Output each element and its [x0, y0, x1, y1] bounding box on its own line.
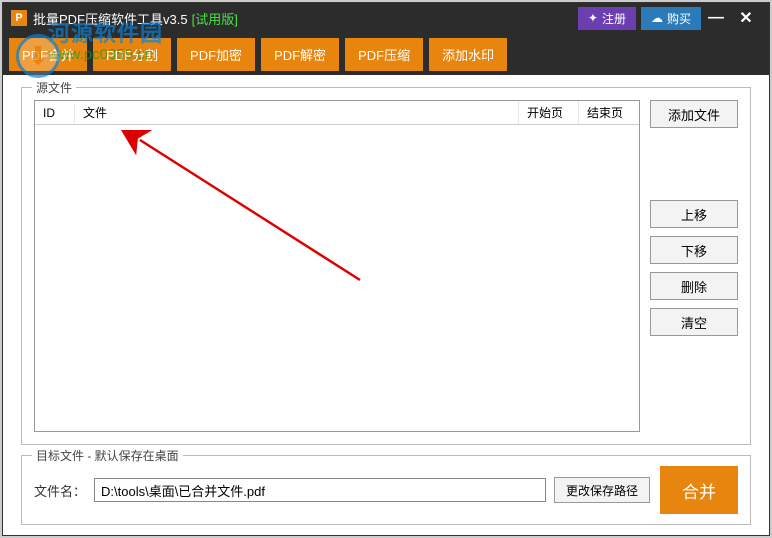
minimize-button[interactable]: — — [701, 9, 731, 27]
tab-merge[interactable]: PDF合并 — [9, 38, 87, 71]
register-label: 注册 — [602, 10, 626, 27]
move-up-button[interactable]: 上移 — [650, 200, 738, 228]
window-title: 批量PDF压缩软件工具v3.5 — [33, 9, 188, 28]
app-logo-icon: P — [11, 10, 27, 26]
register-button[interactable]: ✦ 注册 — [578, 7, 636, 30]
register-icon: ✦ — [588, 11, 598, 25]
change-path-button[interactable]: 更改保存路径 — [554, 477, 650, 503]
table-header: ID 文件 开始页 结束页 — [35, 101, 639, 125]
clear-button[interactable]: 清空 — [650, 308, 738, 336]
tab-split[interactable]: PDF分割 — [93, 38, 171, 71]
table-body[interactable] — [35, 125, 639, 431]
source-files-group: 源文件 ID 文件 开始页 结束页 — [21, 87, 751, 445]
side-buttons: 添加文件 上移 下移 删除 清空 — [650, 100, 738, 432]
tab-watermark[interactable]: 添加水印 — [429, 38, 507, 71]
merge-button[interactable]: 合并 — [660, 466, 738, 514]
tab-compress[interactable]: PDF压缩 — [345, 38, 423, 71]
delete-button[interactable]: 删除 — [650, 272, 738, 300]
move-down-button[interactable]: 下移 — [650, 236, 738, 264]
filename-input[interactable] — [94, 478, 546, 502]
titlebar: P 批量PDF压缩软件工具v3.5 [试用版] ✦ 注册 ☁ 购买 — ✕ — [3, 3, 769, 33]
content-area: 源文件 ID 文件 开始页 结束页 — [3, 75, 769, 535]
buy-button[interactable]: ☁ 购买 — [641, 7, 701, 30]
target-file-group: 目标文件 - 默认保存在桌面 文件名： 更改保存路径 合并 — [21, 455, 751, 525]
tab-decrypt[interactable]: PDF解密 — [261, 38, 339, 71]
toolbar: PDF合并 PDF分割 PDF加密 PDF解密 PDF压缩 添加水印 — [3, 33, 769, 75]
app-window: P 批量PDF压缩软件工具v3.5 [试用版] ✦ 注册 ☁ 购买 — ✕ PD… — [2, 2, 770, 536]
annotation-arrow-icon — [120, 130, 380, 310]
tab-encrypt[interactable]: PDF加密 — [177, 38, 255, 71]
col-start[interactable]: 开始页 — [519, 101, 579, 124]
col-id[interactable]: ID — [35, 103, 75, 123]
col-end[interactable]: 结束页 — [579, 101, 639, 124]
file-table[interactable]: ID 文件 开始页 结束页 — [34, 100, 640, 432]
buy-icon: ☁ — [651, 11, 663, 25]
add-file-button[interactable]: 添加文件 — [650, 100, 738, 128]
buy-label: 购买 — [667, 10, 691, 27]
target-group-title: 目标文件 - 默认保存在桌面 — [32, 447, 183, 464]
close-button[interactable]: ✕ — [731, 8, 761, 28]
trial-badge: [试用版] — [192, 9, 238, 28]
source-group-title: 源文件 — [32, 79, 76, 96]
col-file[interactable]: 文件 — [75, 101, 519, 124]
filename-label: 文件名： — [34, 481, 86, 500]
